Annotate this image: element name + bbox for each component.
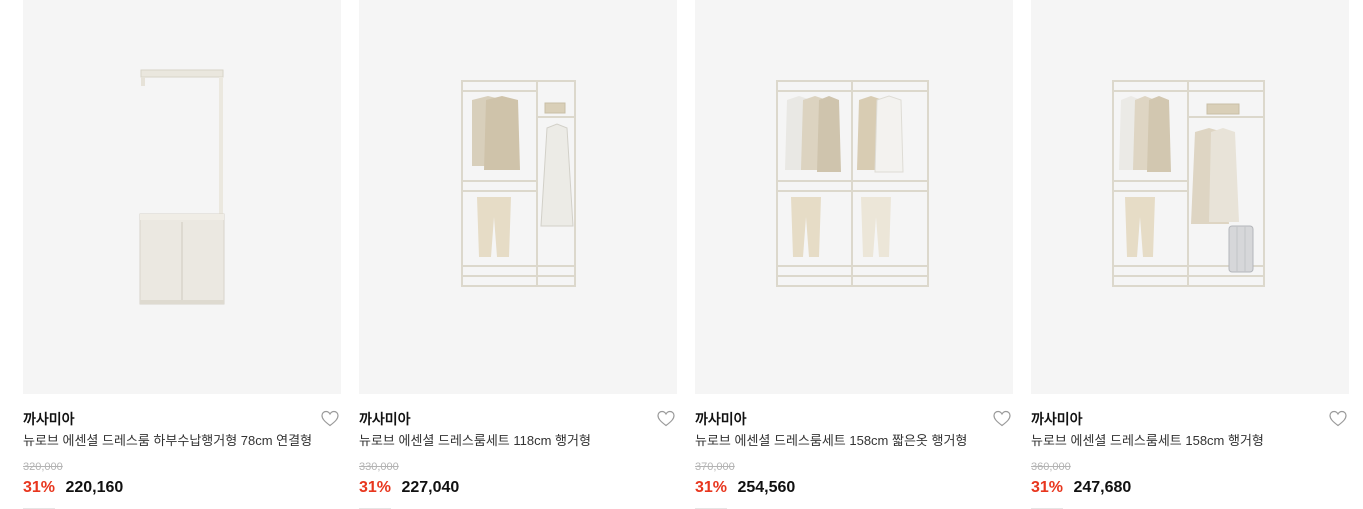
brand-name: 까사미아 (359, 411, 411, 427)
wardrobe-158-image (1112, 80, 1265, 287)
product-title[interactable]: 뉴로브 에센셜 드레스룸 하부수납행거형 78cm 연결형 (23, 432, 341, 450)
price-row: 31% 247,680 (1031, 478, 1349, 498)
product-grid: 까사미아 뉴로브 에센셜 드레스룸 하부수납행거형 78cm 연결형 320,0… (23, 0, 1349, 509)
discount-rate: 31% (23, 479, 56, 496)
brand-name: 까사미아 (695, 411, 747, 427)
price-row: 31% 254,560 (695, 478, 1013, 498)
product-image[interactable] (695, 0, 1013, 394)
product-title[interactable]: 뉴로브 에센셜 드레스룸세트 158cm 행거형 (1031, 432, 1349, 450)
price-row: 31% 227,040 (359, 478, 677, 498)
original-price: 320,000 (23, 461, 63, 473)
heart-outline-icon[interactable] (657, 410, 675, 427)
product-card[interactable]: 까사미아 뉴로브 에센셜 드레스룸세트 158cm 짧은옷 행거형 370,00… (695, 0, 1013, 509)
brand-name: 까사미아 (23, 411, 75, 427)
sale-price: 247,680 (1073, 479, 1132, 496)
heart-outline-icon[interactable] (993, 410, 1011, 427)
sale-price: 254,560 (737, 479, 796, 496)
discount-rate: 31% (695, 479, 728, 496)
heart-outline-icon[interactable] (321, 410, 339, 427)
discount-rate: 31% (1031, 479, 1064, 496)
wardrobe-118-image (461, 80, 576, 287)
original-price: 330,000 (359, 461, 399, 473)
brand-name: 까사미아 (1031, 411, 1083, 427)
sale-price: 227,040 (401, 479, 460, 496)
original-price: 360,000 (1031, 461, 1071, 473)
product-card[interactable]: 까사미아 뉴로브 에센셜 드레스룸세트 118cm 행거형 330,000 31… (359, 0, 677, 509)
heart-outline-icon[interactable] (1329, 410, 1347, 427)
original-price: 370,000 (695, 461, 735, 473)
product-image[interactable] (23, 0, 341, 394)
sale-price: 220,160 (65, 479, 124, 496)
product-image[interactable] (1031, 0, 1349, 394)
discount-rate: 31% (359, 479, 392, 496)
price-row: 31% 220,160 (23, 478, 341, 498)
wardrobe-78-image (139, 69, 225, 305)
product-card[interactable]: 까사미아 뉴로브 에센셜 드레스룸세트 158cm 행거형 360,000 31… (1031, 0, 1349, 509)
product-title[interactable]: 뉴로브 에센셜 드레스룸세트 118cm 행거형 (359, 432, 677, 450)
product-card[interactable]: 까사미아 뉴로브 에센셜 드레스룸 하부수납행거형 78cm 연결형 320,0… (23, 0, 341, 509)
product-image[interactable] (359, 0, 677, 394)
product-title[interactable]: 뉴로브 에센셜 드레스룸세트 158cm 짧은옷 행거형 (695, 432, 1013, 450)
wardrobe-158-short-image (776, 80, 929, 287)
